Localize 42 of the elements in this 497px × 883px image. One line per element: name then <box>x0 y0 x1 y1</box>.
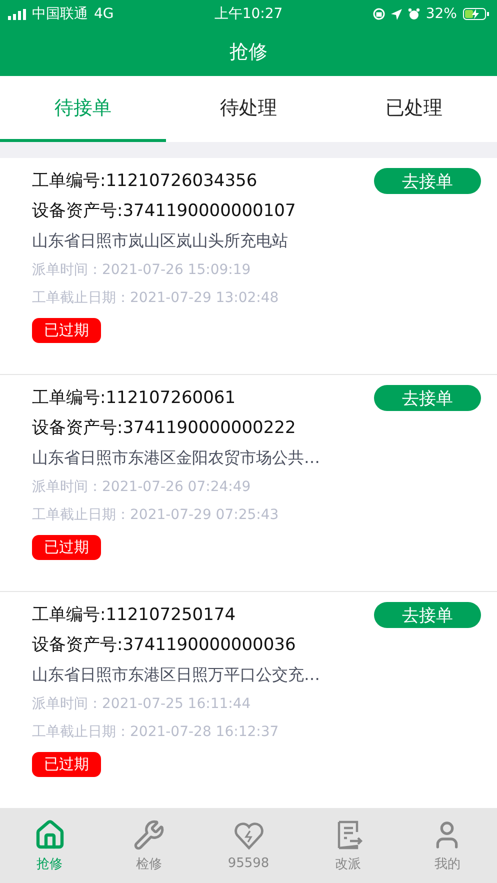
asset-number: 设备资产号:3741190000000036 <box>32 634 297 657</box>
accept-order-button[interactable]: 去接单 <box>374 168 481 194</box>
signal-icon <box>8 8 26 20</box>
accept-order-button[interactable]: 去接单 <box>374 385 481 411</box>
heart-bolt-icon <box>232 820 265 852</box>
rotation-lock-icon <box>372 8 385 20</box>
battery-percent: 32% <box>426 6 457 22</box>
nav-item[interactable]: 95598 <box>198 808 298 883</box>
alarm-icon <box>408 8 420 20</box>
network-type: 4G <box>94 6 114 22</box>
dispatch-time: 派单时间：2021-07-26 07:24:49 <box>32 478 252 497</box>
expired-badge: 已过期 <box>32 535 101 560</box>
accept-order-button[interactable]: 去接单 <box>374 602 481 628</box>
order-number: 工单编号:11210726034356 <box>32 170 258 193</box>
carrier-name: 中国联通 <box>32 5 88 23</box>
address-text: 山东省日照市东港区金阳农贸市场公共… <box>32 447 321 469</box>
dispatch-time: 派单时间：2021-07-26 15:09:19 <box>32 261 252 280</box>
expired-badge: 已过期 <box>32 752 101 777</box>
expired-badge: 已过期 <box>32 318 101 343</box>
asset-number: 设备资产号:3741190000000107 <box>32 200 297 223</box>
address-text: 山东省日照市岚山区岚山头所充电站 <box>32 230 289 252</box>
nav-item[interactable]: 抢修 <box>0 808 100 883</box>
deadline-text: 工单截止日期：2021-07-28 16:12:37 <box>32 723 280 742</box>
dispatch-time: 派单时间：2021-07-25 16:11:44 <box>32 695 252 714</box>
order-number: 工单编号:112107260061 <box>32 387 236 410</box>
nav-item[interactable]: 检修 <box>99 808 199 883</box>
tab[interactable]: 待接单 <box>0 76 166 142</box>
location-icon <box>390 8 402 20</box>
nav-item[interactable]: 改派 <box>298 808 398 883</box>
deadline-text: 工单截止日期：2021-07-29 07:25:43 <box>32 506 280 525</box>
page-title: 抢修 <box>230 40 268 65</box>
home-icon <box>34 818 66 850</box>
nav-item[interactable]: 我的 <box>398 808 497 883</box>
tab[interactable]: 待处理 <box>166 76 332 142</box>
asset-number: 设备资产号:3741190000000222 <box>32 417 297 440</box>
tab[interactable]: 已处理 <box>331 76 497 142</box>
battery-icon <box>462 8 489 20</box>
wrench-icon <box>133 818 166 850</box>
status-time: 上午10:27 <box>214 5 283 23</box>
address-text: 山东省日照市东港区日照万平口公交充… <box>32 664 321 686</box>
order-number: 工单编号:112107250174 <box>32 604 236 627</box>
deadline-text: 工单截止日期：2021-07-29 13:02:48 <box>32 289 280 308</box>
